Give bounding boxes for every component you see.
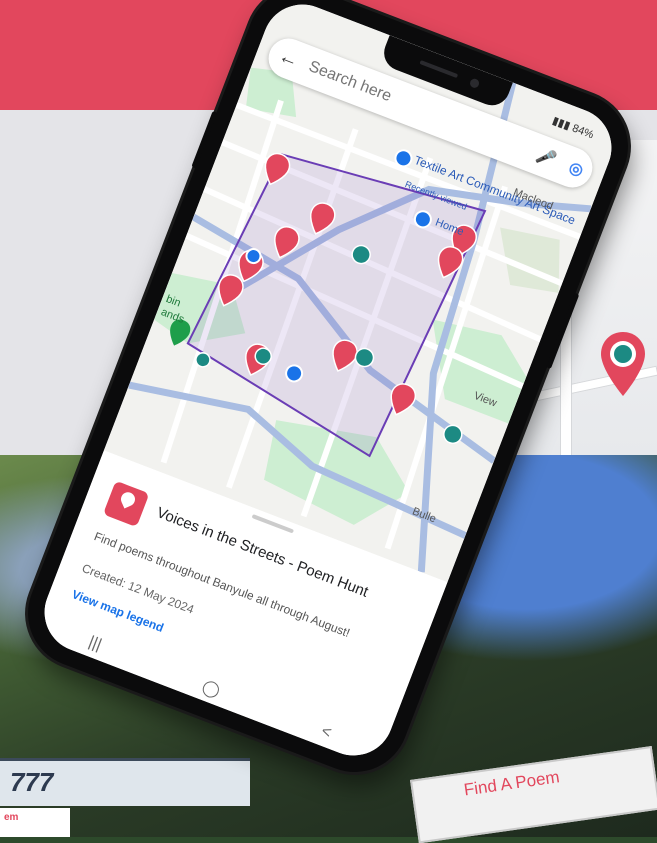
recents-button[interactable]: ||| — [86, 633, 104, 654]
lens-icon[interactable]: ◎ — [558, 154, 595, 184]
map-pin-icon — [601, 332, 645, 396]
graffiti-wall: 777 — [0, 758, 250, 806]
sign-text: Find A Poem — [462, 767, 561, 800]
map-list-icon — [102, 480, 150, 528]
back-button[interactable]: < — [318, 723, 334, 743]
corner-sign: em — [0, 808, 70, 837]
home-button[interactable]: ◯ — [199, 676, 223, 701]
